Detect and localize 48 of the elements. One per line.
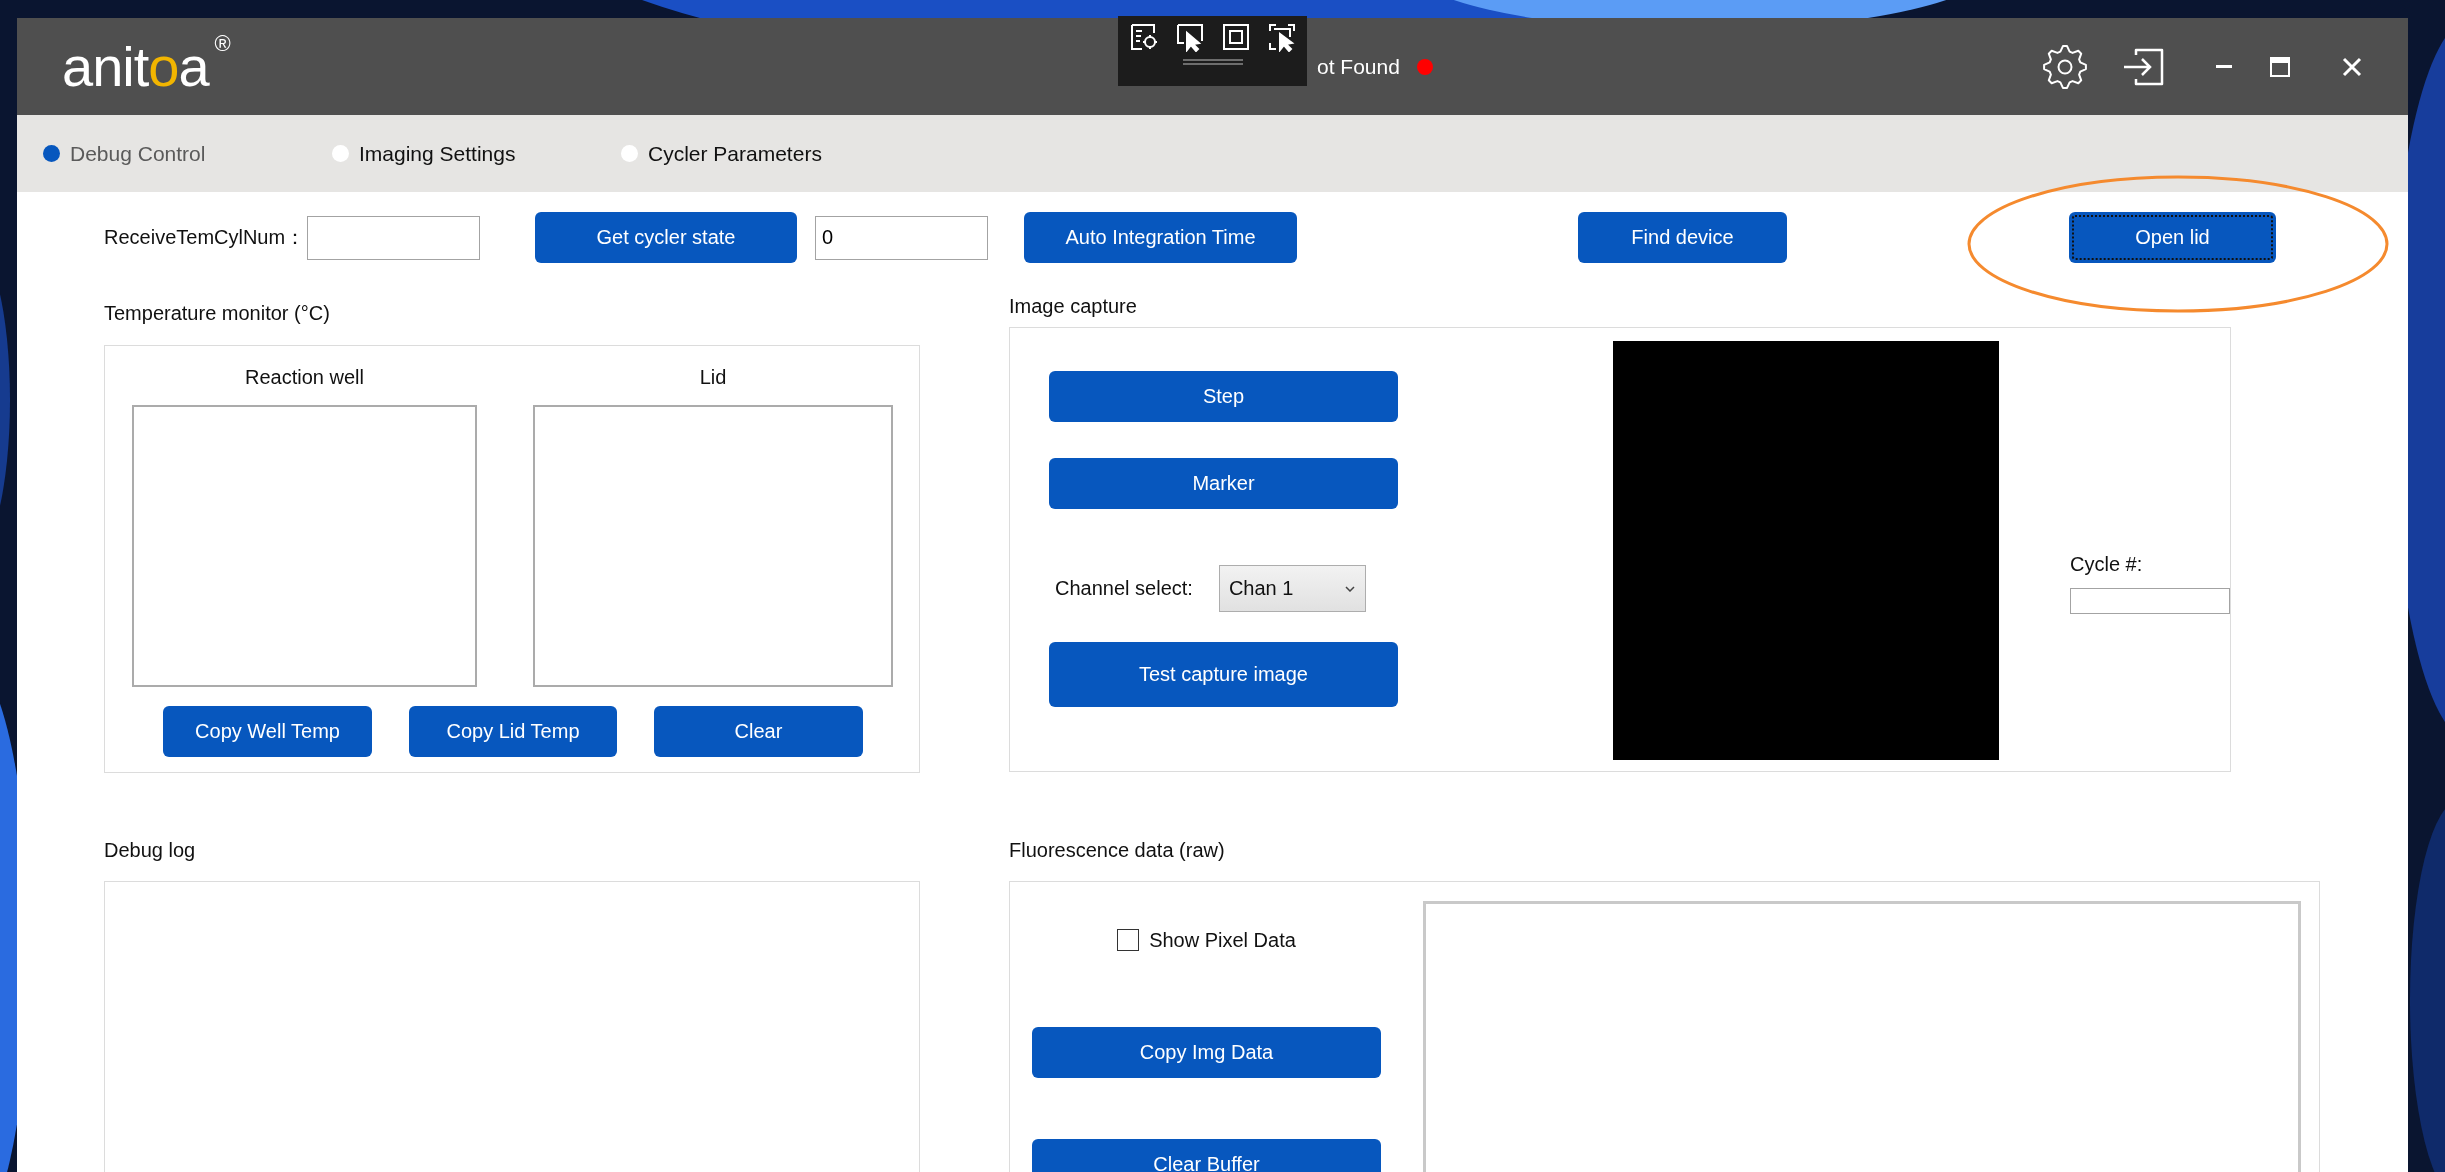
- open-lid-button[interactable]: Open lid: [2069, 212, 2276, 263]
- chevron-icon: [1344, 585, 1355, 592]
- pointer-region-icon[interactable]: [1266, 22, 1297, 52]
- close-icon[interactable]: [2342, 56, 2362, 77]
- section-title: Debug log: [104, 838, 197, 863]
- status-dot: [1416, 58, 1433, 75]
- find-device-button[interactable]: Find device: [1578, 212, 1787, 263]
- exit-icon[interactable]: [2122, 46, 2166, 87]
- tab[interactable]: Cycler Parameters: [621, 141, 910, 166]
- window-target-icon[interactable]: [1128, 22, 1159, 52]
- text-field[interactable]: 0: [815, 215, 988, 260]
- copy-well-temp-button[interactable]: Copy Well Temp: [163, 706, 372, 757]
- step-button[interactable]: Step: [1049, 371, 1398, 422]
- cycle-field[interactable]: [2070, 588, 2230, 614]
- checkbox[interactable]: [1117, 929, 1140, 951]
- copy-img-data-button[interactable]: Copy Img Data: [1032, 1027, 1381, 1078]
- marker-button[interactable]: Marker: [1049, 458, 1398, 509]
- channel-dropdown[interactable]: Chan 1: [1218, 565, 1366, 612]
- app-logo: anitoa: [62, 38, 209, 95]
- section-title: Image capture: [1009, 294, 1138, 319]
- pointer-window-icon[interactable]: [1174, 22, 1205, 52]
- field-label: Channel select:: [1055, 577, 1193, 600]
- registered-mark: ®: [214, 30, 231, 57]
- clear-buffer-button[interactable]: Clear Buffer: [1032, 1139, 1381, 1172]
- copy-lid-temp-button[interactable]: Copy Lid Temp: [409, 706, 617, 757]
- radio-icon: [43, 145, 60, 162]
- status-text: ot Found: [1317, 54, 1400, 79]
- clear-button[interactable]: Clear: [654, 706, 863, 757]
- square-frame-icon[interactable]: [1220, 22, 1251, 52]
- drag-handle[interactable]: [1182, 59, 1243, 65]
- pane-heading: Reaction well: [244, 365, 365, 390]
- minimize-icon[interactable]: [2216, 64, 2232, 69]
- pane-heading: Lid: [698, 365, 728, 390]
- radio-icon: [621, 145, 638, 162]
- section-title: Temperature monitor (°C): [104, 301, 331, 326]
- settings-icon[interactable]: [2042, 43, 2088, 90]
- section-title: Fluorescence data (raw): [1009, 838, 1226, 863]
- checkbox-label: Show Pixel Data: [1149, 928, 1296, 952]
- maximize-icon[interactable]: [2270, 56, 2290, 77]
- test-capture-button[interactable]: Test capture image: [1049, 642, 1398, 707]
- get-cycler-state-button[interactable]: Get cycler state: [535, 212, 797, 263]
- field-label: ReceiveTemCylNum：: [104, 225, 307, 250]
- auto-integration-button[interactable]: Auto Integration Time: [1024, 212, 1297, 263]
- radio-icon: [332, 145, 349, 162]
- tab[interactable]: Imaging Settings: [332, 141, 621, 166]
- field-label: Cycle #:: [2070, 553, 2144, 576]
- tab[interactable]: Debug Control: [43, 141, 332, 166]
- text-field[interactable]: [307, 215, 480, 260]
